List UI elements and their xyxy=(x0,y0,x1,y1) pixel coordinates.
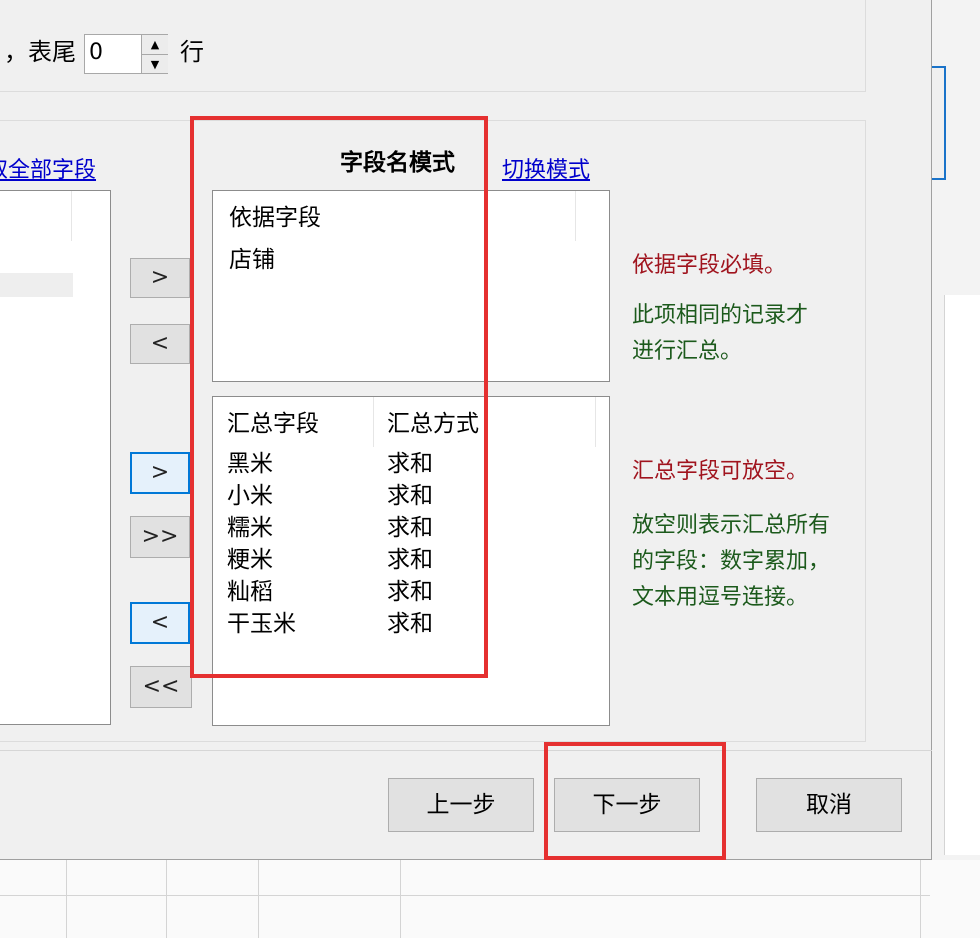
summary-hint: 汇总字段可放空。 放空则表示汇总所有 的字段：数字累加， 文本用逗号连接。 xyxy=(632,454,872,616)
stepper-down-icon[interactable]: ▼ xyxy=(141,54,168,73)
switch-mode-link[interactable]: 切换模式 xyxy=(502,152,590,184)
column-separator xyxy=(595,397,596,447)
tail-rows-value[interactable]: 0 xyxy=(89,42,103,64)
column-separator xyxy=(71,191,72,241)
basis-required-hint: 依据字段必填。 xyxy=(632,253,787,278)
remove-summary-button[interactable]: < xyxy=(130,602,190,644)
remove-all-summary-button[interactable]: << xyxy=(130,666,192,708)
background-grid xyxy=(0,860,980,938)
grid-line xyxy=(920,860,921,938)
select-all-fields-link[interactable]: 取全部字段 xyxy=(0,152,96,184)
grid-line xyxy=(258,860,259,938)
background-window-edge xyxy=(930,66,946,180)
add-all-summary-button[interactable]: >> xyxy=(130,516,190,558)
summary-desc-line: 放空则表示汇总所有 xyxy=(632,513,831,538)
summary-desc-line: 文本用逗号连接。 xyxy=(632,585,809,610)
summary-desc-line: 的字段：数字累加， xyxy=(632,549,831,574)
basis-desc-line: 此项相同的记录才 xyxy=(632,303,809,328)
stepper-up-icon[interactable]: ▲ xyxy=(141,35,168,54)
source-fields-list[interactable] xyxy=(0,190,111,725)
grid-line xyxy=(166,860,167,938)
grid-line xyxy=(66,860,67,938)
basis-hint: 依据字段必填。 此项相同的记录才 进行汇总。 xyxy=(632,248,872,370)
grid-line xyxy=(400,860,401,938)
cancel-button[interactable]: 取消 xyxy=(756,778,902,832)
merge-wizard-dialog: ，表尾 0 ▲ ▼ 行 取全部字段 > < > >> < << 字段名模式 切换… xyxy=(0,0,932,860)
footer-divider xyxy=(0,750,932,751)
grid-line xyxy=(0,895,930,896)
summary-optional-hint: 汇总字段可放空。 xyxy=(632,459,809,484)
add-summary-button[interactable]: > xyxy=(130,452,190,494)
highlight-annotation xyxy=(190,116,488,678)
tail-label: ，表尾 xyxy=(4,38,76,66)
tail-unit-label: 行 xyxy=(180,38,204,66)
highlight-annotation xyxy=(544,742,726,860)
background-sheet-panel xyxy=(944,295,980,855)
basis-desc-line: 进行汇总。 xyxy=(632,339,743,364)
remove-basis-button[interactable]: < xyxy=(130,324,190,364)
prev-step-button[interactable]: 上一步 xyxy=(388,778,534,832)
list-item[interactable] xyxy=(0,273,73,297)
add-basis-button[interactable]: > xyxy=(130,258,190,298)
column-separator xyxy=(575,191,576,241)
tail-rows-stepper[interactable]: 0 ▲ ▼ xyxy=(84,34,168,74)
